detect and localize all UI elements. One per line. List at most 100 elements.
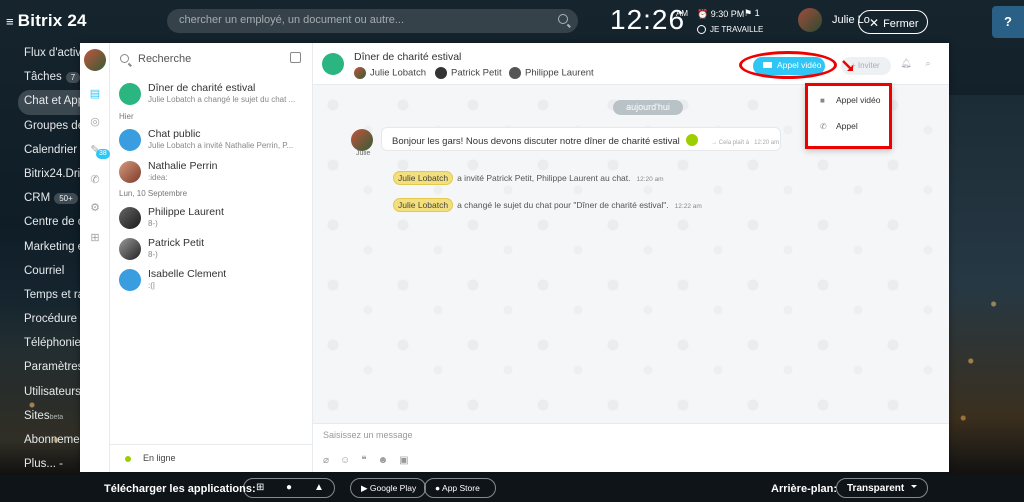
menu-item[interactable]: Courriel [0, 260, 80, 284]
menu-item[interactable]: Centre de c [0, 211, 80, 235]
participant[interactable]: Patrick Petit [435, 67, 502, 79]
menu-item-label: Paramètres [24, 361, 80, 374]
left-menu: Flux d'activi Tâches 7 Chat et App Groupes d… [0, 42, 80, 482]
top-header: ≡ Bitrix 24 chercher un employé, un docum… [0, 0, 1024, 42]
search-icon[interactable] [558, 14, 568, 24]
file-icon[interactable]: ▣ [399, 455, 419, 466]
menu-item[interactable]: Plus... - [0, 453, 80, 477]
recent-search[interactable]: Recherche [110, 43, 313, 77]
chat-header: Dîner de charité estival Julie Lobatch P… [313, 43, 949, 85]
chat-item-philippe[interactable]: Philippe Laurent 8-) [110, 205, 313, 235]
quote-icon[interactable]: ❝ [361, 455, 377, 466]
menu-item-label: Temps et ra [24, 288, 80, 301]
settings-icon[interactable]: ⚙ [88, 201, 102, 215]
menu-icon[interactable]: ≡ [6, 14, 14, 29]
google-play-button[interactable]: ▶ Google Play [350, 478, 426, 498]
menu-item[interactable]: Procédure d [0, 308, 80, 332]
menu-item[interactable]: Tâches 7 [0, 66, 80, 90]
close-icon: ✕ [869, 16, 880, 30]
default-avatar [119, 269, 141, 291]
message-text: Bonjour les gars! Nous devons discuter n… [392, 136, 680, 147]
menu-item-label: Procédure d [24, 313, 80, 326]
notifications-icon[interactable]: ✎ 38 [88, 143, 110, 159]
mention-icon[interactable]: ☺ [340, 455, 361, 466]
menu-item-label: Bitrix24.Driv [24, 167, 80, 180]
my-avatar[interactable] [84, 49, 106, 71]
section-date: Lun, 10 Septembre [119, 189, 188, 198]
menu-item-label: Plus... - [24, 458, 63, 471]
menu-item[interactable]: Téléphonie [0, 332, 80, 356]
video-call-option[interactable]: ■ Appel vidéo [808, 88, 889, 112]
smile-icon[interactable]: ☻ [378, 455, 400, 466]
apple-icon[interactable]: ● [286, 482, 292, 493]
online-status[interactable]: En ligne [110, 444, 313, 472]
menu-badge: 7 [65, 72, 80, 84]
menu-item-label: Utilisateurs [24, 385, 80, 398]
day-separator: aujourd'hui [613, 100, 683, 115]
user-tag[interactable]: Julie Lobatch [393, 171, 454, 185]
phone-icon[interactable]: ✆ [88, 173, 102, 187]
avatar[interactable] [351, 129, 373, 151]
participant[interactable]: Julie Lobatch [354, 67, 426, 79]
chat-item-nathalie[interactable]: Nathalie Perrin :idea: [110, 159, 313, 189]
user-tag[interactable]: Julie Lobatch [393, 198, 454, 212]
menu-item-label: Courriel [24, 264, 65, 277]
help-button[interactable]: ? [992, 6, 1024, 38]
menu-item[interactable]: Paramètres [0, 356, 80, 380]
clock[interactable]: 12:26 [610, 4, 685, 36]
app-store-button[interactable]: ● App Store [424, 478, 496, 498]
menu-item[interactable]: CRM 50+ [0, 187, 80, 211]
chat-search-icon[interactable]: ⌕ [919, 58, 937, 74]
menu-item[interactable]: Marketing e [0, 236, 80, 260]
chat-title: Dîner de charité estival [148, 82, 256, 94]
message-input[interactable]: Saisissez un message ⌀☺❝☻▣ [313, 423, 949, 472]
chat-icon[interactable]: ▤ [88, 87, 102, 101]
chat-item-patrick[interactable]: Patrick Petit 8-) [110, 236, 313, 266]
invite-label: Inviter [857, 61, 880, 70]
menu-item-label: Chat et App [24, 95, 80, 108]
messenger-window: ▤ ◎ ✎ 38 ✆ ⚙ ⊞ Recherche Dîner de charité… [80, 43, 949, 472]
chat-title[interactable]: Dîner de charité estival [354, 51, 461, 63]
message-bubble[interactable]: Bonjour les gars! Nous devons discuter n… [381, 127, 781, 151]
chat-item-charity-dinner[interactable]: Dîner de charité estival Julie Lobatch a… [110, 81, 313, 111]
global-search-input[interactable]: chercher un employé, un document ou autr… [167, 9, 578, 33]
windows-icon[interactable]: ⊞ [256, 482, 264, 493]
menu-item[interactable]: Bitrix24.Driv [0, 163, 80, 187]
online-label: En ligne [143, 453, 176, 463]
flag-counter[interactable]: ⚑ 1 [744, 8, 760, 19]
background-select[interactable]: Transparent [836, 478, 928, 498]
recent-search-label: Recherche [138, 53, 192, 65]
menu-item[interactable]: Sitesbeta [0, 405, 80, 429]
chat-item-public[interactable]: Chat public Julie Lobatch a invité Natha… [110, 127, 313, 157]
menu-item[interactable]: Flux d'activi [0, 42, 80, 66]
open-lines-icon[interactable]: ◎ [88, 115, 102, 129]
like-meta[interactable]: → Cela plaît à 12:20 am [711, 140, 779, 146]
menu-item-label: Abonneme [24, 434, 80, 446]
menu-item[interactable]: Utilisateurs [0, 381, 80, 405]
avatar [119, 161, 141, 183]
menu-item[interactable]: Groupes de [0, 115, 80, 139]
bell-icon[interactable]: 🔔︎ [897, 58, 915, 74]
like-icon[interactable] [686, 134, 699, 146]
beta-tag: beta [49, 413, 64, 421]
alarm-time[interactable]: ⏰ 9:30 PM [697, 9, 744, 20]
close-button[interactable]: ✕ Fermer [858, 10, 928, 34]
chat-preview: 8-) [148, 250, 158, 259]
participant[interactable]: Philippe Laurent [509, 67, 594, 79]
audio-call-option[interactable]: ✆ Appel [808, 114, 889, 138]
add-icon[interactable]: ⊞ [88, 231, 102, 245]
linux-icon[interactable]: ▲ [314, 482, 324, 493]
work-status[interactable]: JE TRAVAILLE [697, 25, 763, 34]
menu-item[interactable]: Calendrier [0, 139, 80, 163]
chat-item-isabelle[interactable]: Isabelle Clement :(| [110, 267, 313, 297]
public-chat-icon [119, 129, 141, 151]
menu-item[interactable]: Temps et ra [0, 284, 80, 308]
new-chat-icon[interactable] [290, 52, 301, 63]
bitrix-logo[interactable]: ≡ Bitrix 24 [6, 11, 87, 31]
group-chat-icon[interactable] [322, 53, 344, 75]
chat-title: Nathalie Perrin [148, 160, 218, 172]
attach-icon[interactable]: ⌀ [323, 455, 340, 466]
user-avatar[interactable] [798, 8, 822, 32]
menu-item[interactable]: Chat et App [18, 90, 80, 115]
menu-item[interactable]: Abonneme [0, 429, 80, 453]
